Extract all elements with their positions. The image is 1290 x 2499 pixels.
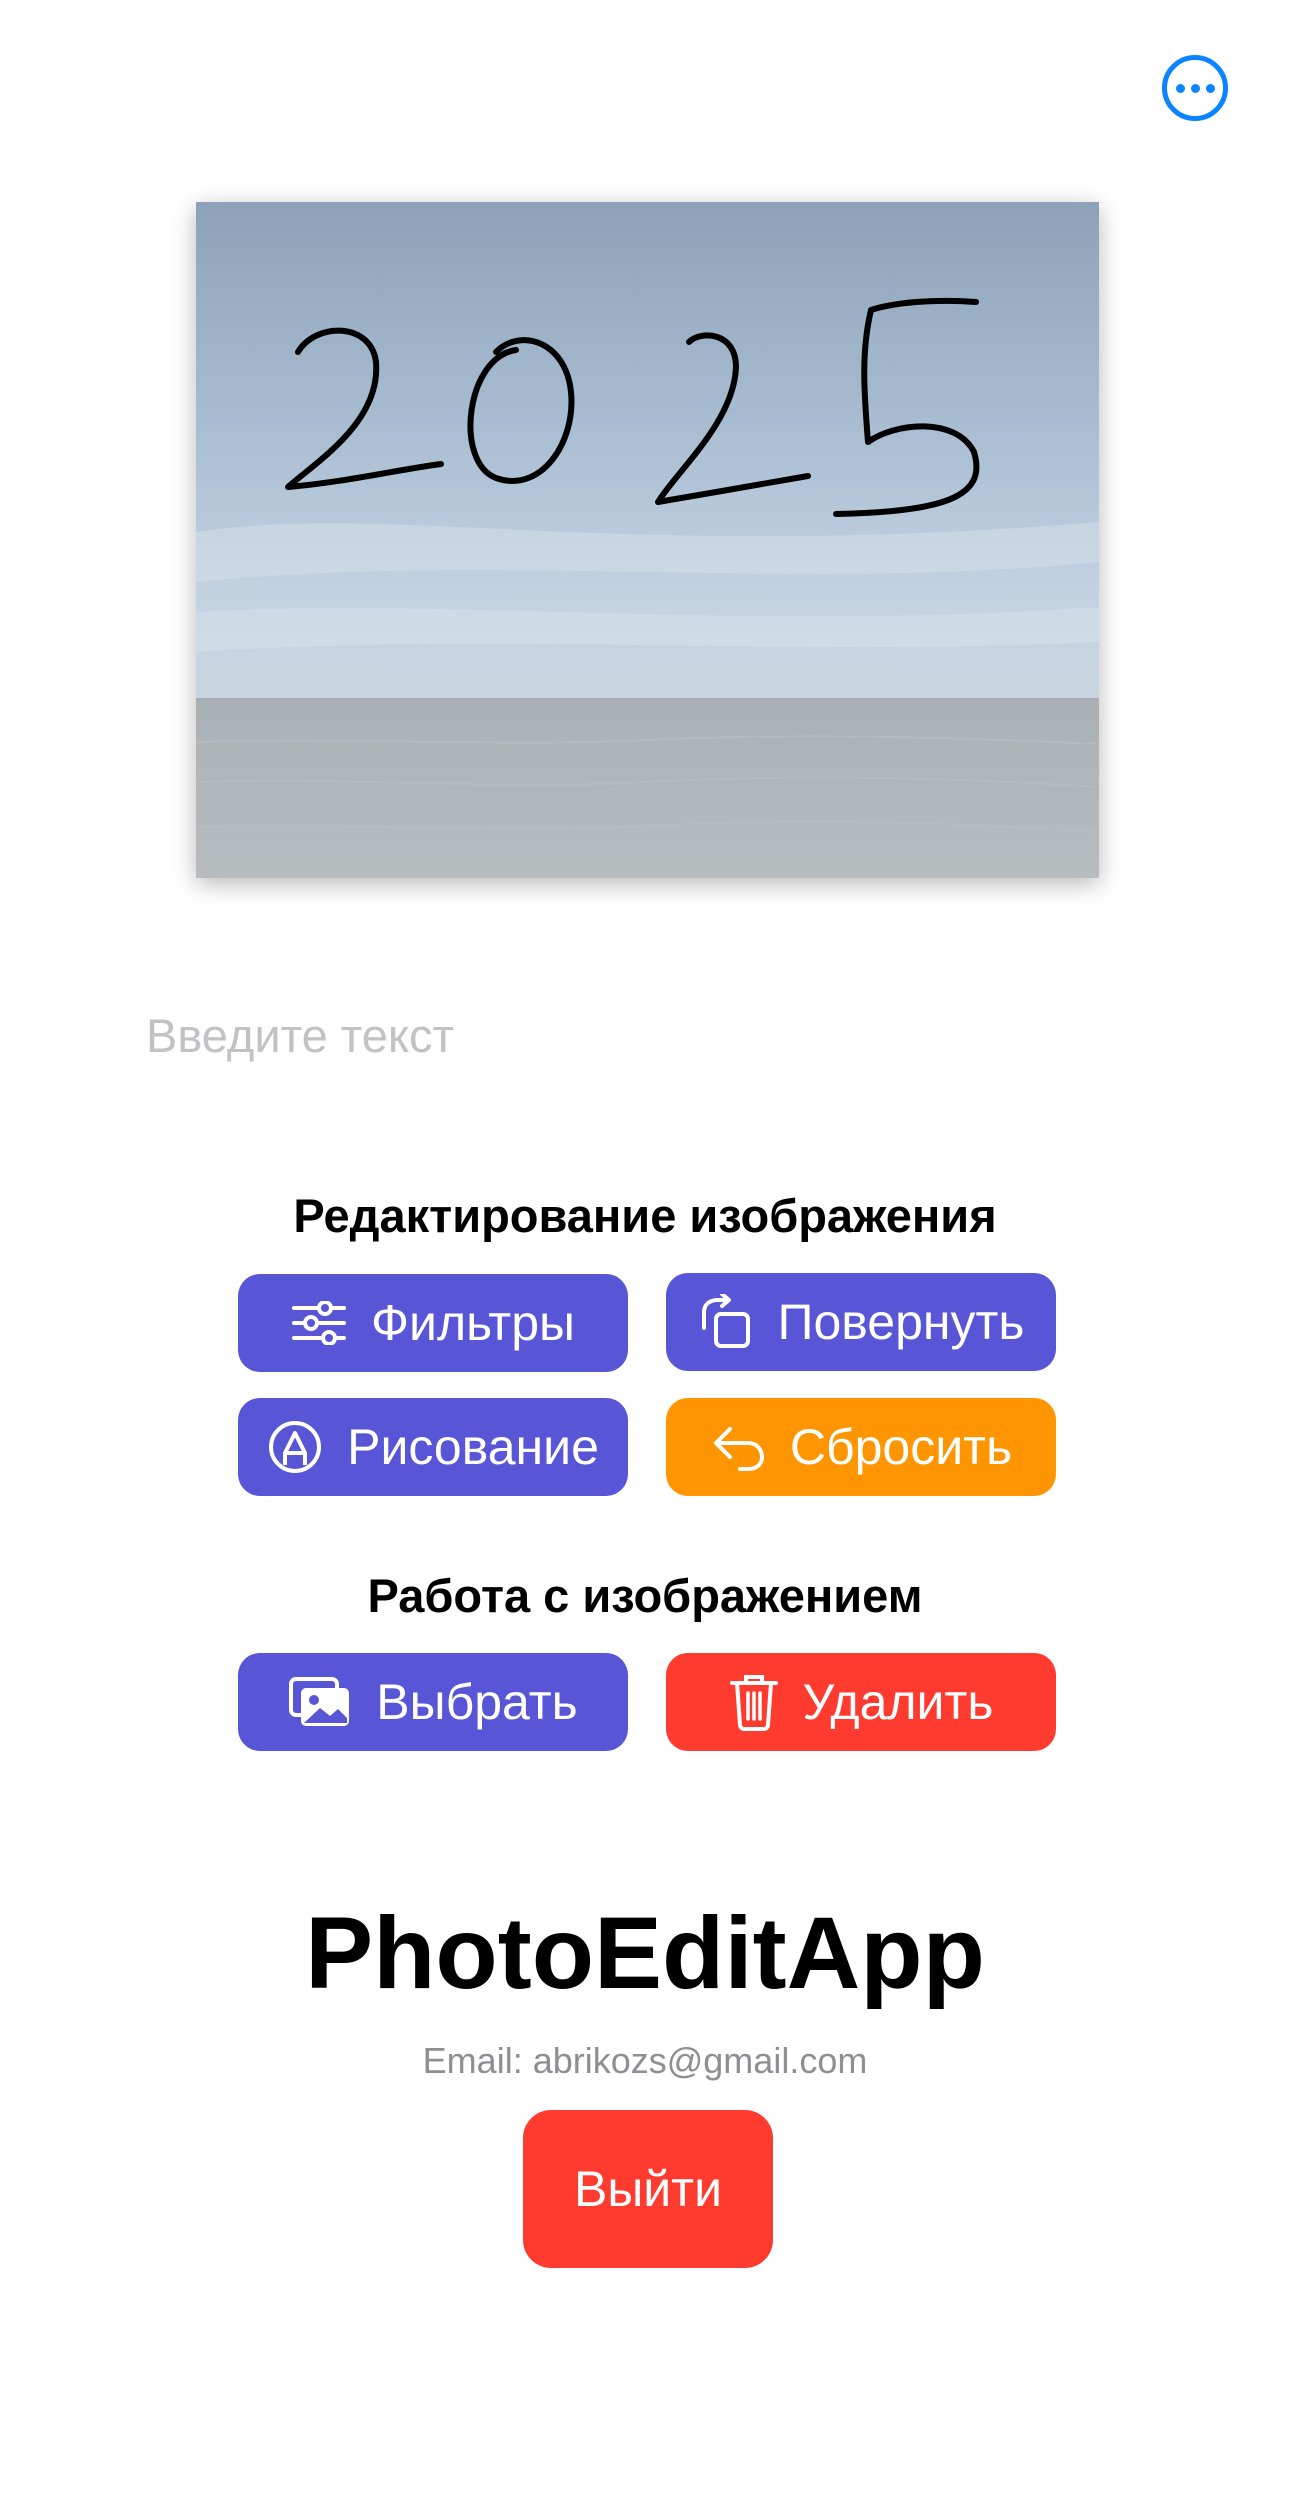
select-label: Выбрать xyxy=(376,1674,578,1730)
photos-icon xyxy=(289,1677,350,1726)
logout-button[interactable]: Выйти xyxy=(523,2110,773,2268)
select-button[interactable]: Выбрать xyxy=(238,1653,628,1751)
user-email: Email: abrikozs@gmail.com xyxy=(422,2040,868,2081)
pencil-tip-circle-icon xyxy=(269,1421,322,1473)
ellipsis-circle-icon xyxy=(1175,83,1185,93)
ellipsis-dot xyxy=(1205,83,1215,93)
photo-image xyxy=(196,202,1099,878)
logout-label: Выйти xyxy=(573,2161,723,2217)
delete-button[interactable]: Удалить xyxy=(666,1653,1056,1751)
ellipsis-dot xyxy=(1190,83,1200,93)
image-section-title: Работа с изображением xyxy=(367,1569,923,1622)
trash-icon xyxy=(729,1675,778,1731)
edited-photo xyxy=(196,202,1099,878)
rotate-label: Повернуть xyxy=(777,1294,1025,1350)
reset-label: Сбросить xyxy=(789,1419,1013,1475)
sliders-icon xyxy=(292,1301,347,1345)
filters-button[interactable]: Фильтры xyxy=(238,1274,628,1372)
caption-text-input[interactable] xyxy=(146,1000,1146,1070)
undo-arrow-icon xyxy=(713,1427,764,1471)
draw-button[interactable]: Рисование xyxy=(238,1398,628,1496)
draw-label: Рисование xyxy=(347,1419,599,1475)
filters-label: Фильтры xyxy=(371,1295,575,1351)
app-title: PhotoEditApp xyxy=(305,1896,985,2010)
rotate-icon xyxy=(701,1294,750,1348)
more-options-button[interactable] xyxy=(1162,55,1228,121)
rotate-button[interactable]: Повернуть xyxy=(666,1273,1056,1371)
editing-section-title: Редактирование изображения xyxy=(293,1189,997,1242)
reset-button[interactable]: Сбросить xyxy=(666,1398,1056,1496)
delete-label: Удалить xyxy=(802,1674,994,1730)
